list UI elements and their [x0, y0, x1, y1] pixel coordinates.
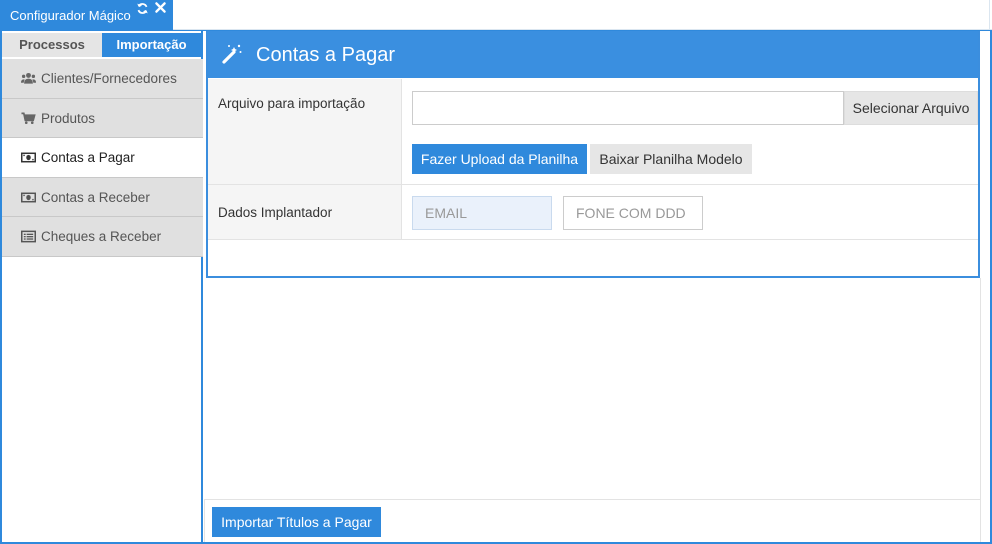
list-icon	[21, 230, 36, 243]
email-field[interactable]: EMAIL	[412, 196, 552, 230]
magic-wand-icon	[222, 44, 242, 64]
money-icon	[21, 192, 36, 203]
panel-header: Contas a Pagar	[208, 31, 978, 78]
sidebar-item-cheques-a-receber[interactable]: Cheques a Receber	[2, 217, 203, 257]
sidebar-item-contas-a-receber[interactable]: Contas a Receber	[2, 177, 203, 218]
upload-spreadsheet-button[interactable]: Fazer Upload da Planilha	[412, 144, 587, 174]
phone-field[interactable]: FONE COM DDD	[563, 196, 703, 230]
cart-icon	[21, 112, 36, 124]
file-import-label: Arquivo para importação	[218, 96, 366, 111]
sidebar-item-label: Clientes/Fornecedores	[41, 71, 177, 86]
window-title: Configurador Mágico	[10, 8, 131, 23]
tab-importacao[interactable]: Importação	[102, 33, 201, 57]
tab-processos[interactable]: Processos	[2, 33, 102, 57]
import-titles-button[interactable]: Importar Títulos a Pagar	[212, 507, 381, 537]
main-panel: Contas a Pagar Arquivo para importação S…	[206, 31, 980, 278]
money-icon	[21, 152, 36, 163]
sidebar-tabs: Processos Importação	[2, 31, 203, 58]
window-tab[interactable]: Configurador Mágico	[0, 0, 173, 30]
file-import-row: Arquivo para importação Selecionar Arqui…	[208, 79, 978, 185]
sidebar-item-produtos[interactable]: Produtos	[2, 98, 203, 139]
sidebar-item-label: Cheques a Receber	[41, 229, 162, 245]
page-title: Contas a Pagar	[256, 44, 395, 66]
users-icon	[21, 72, 36, 84]
implanter-data-label: Dados Implantador	[218, 205, 333, 220]
footer-bar: Importar Títulos a Pagar	[204, 499, 981, 542]
file-path-input[interactable]	[412, 91, 844, 125]
sidebar: Processos Importação Clientes/Fornecedor…	[2, 31, 203, 542]
sidebar-list: Clientes/Fornecedores Produtos Contas a …	[2, 59, 203, 257]
download-template-button[interactable]: Baixar Planilha Modelo	[590, 144, 752, 174]
content-right-border	[980, 278, 981, 500]
close-icon[interactable]	[154, 1, 167, 14]
select-file-button[interactable]: Selecionar Arquivo	[844, 91, 978, 125]
sidebar-item-clientes-fornecedores[interactable]: Clientes/Fornecedores	[2, 59, 203, 99]
sidebar-item-label: Contas a Pagar	[41, 150, 135, 166]
sidebar-item-contas-a-pagar[interactable]: Contas a Pagar	[2, 138, 203, 178]
row-label-cell: Arquivo para importação	[208, 79, 402, 184]
sidebar-item-label: Contas a Receber	[41, 189, 150, 205]
window-right-border	[989, 0, 990, 30]
refresh-icon[interactable]	[136, 2, 149, 15]
row-label-cell: Dados Implantador	[208, 185, 402, 239]
sidebar-item-label: Produtos	[41, 110, 96, 126]
implanter-data-row: Dados Implantador EMAIL FONE COM DDD	[208, 185, 978, 240]
